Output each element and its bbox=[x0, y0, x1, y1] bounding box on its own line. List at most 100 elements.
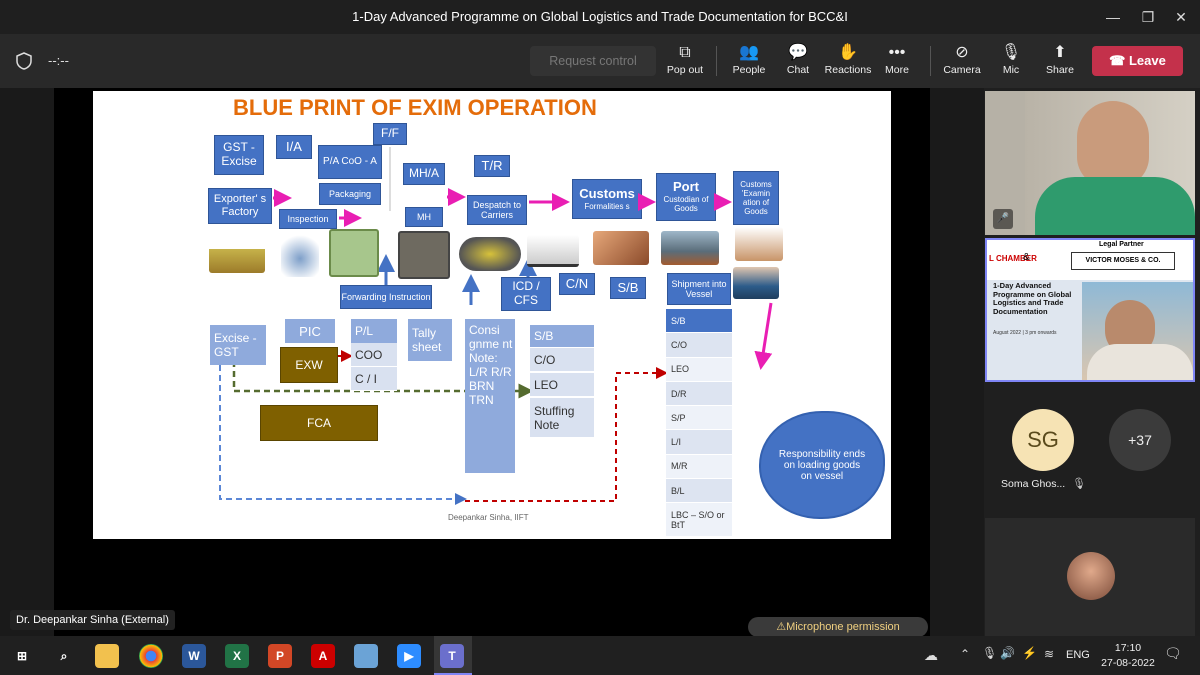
ci-box: C / I bbox=[351, 367, 397, 391]
document-list-item: S/P bbox=[666, 406, 732, 431]
sb-top-box: S/B bbox=[610, 277, 646, 299]
participant-name: Soma Ghos... bbox=[1001, 478, 1066, 490]
documents-image bbox=[593, 231, 649, 265]
windows-taskbar: ⊞ ⌕ W X P A ▶ T ☁ ⌃ 🎙 🔊 ⚡ ≋ ENG 17:10 27… bbox=[0, 636, 1200, 675]
phone-hangup-icon: ☎ bbox=[1109, 53, 1129, 68]
notifications-icon[interactable]: 🗨 bbox=[1164, 645, 1182, 662]
person-face bbox=[1077, 101, 1149, 187]
sb-mid-box: S/B bbox=[530, 325, 594, 347]
coo-box: COO bbox=[351, 343, 397, 367]
truck-image bbox=[459, 237, 521, 271]
file-explorer-icon[interactable] bbox=[95, 644, 119, 668]
meeting-toolbar: --:-- Request control ⧉ Pop out 👥 People 💬… bbox=[0, 34, 1200, 88]
request-control-button[interactable]: Request control bbox=[530, 46, 656, 76]
notes-icon[interactable] bbox=[354, 644, 378, 668]
search-icon[interactable]: ⌕ bbox=[52, 644, 76, 668]
pic-box: PIC bbox=[285, 319, 335, 343]
clock-time[interactable]: 17:10 bbox=[1104, 642, 1152, 654]
toolbar-separator bbox=[930, 46, 931, 76]
document-list: S/B C/O LEO D/R S/P L/I M/R B/L LBC – S/O or BtT bbox=[666, 309, 732, 538]
mic-muted-icon: 🎤 bbox=[993, 209, 1013, 229]
participant-video-2[interactable]: L CHAMBER & Legal Partner VICTOR MOSES &… bbox=[985, 238, 1195, 382]
shipment-vessel-box: Shipment into Vessel bbox=[667, 273, 731, 305]
icd-cfs-box: ICD / CFS bbox=[501, 277, 551, 311]
shared-slide: BLUE PRINT OF EXIM OPERATION GST - Excis… bbox=[93, 91, 891, 539]
leave-button[interactable]: ☎ Leave bbox=[1092, 46, 1183, 76]
excel-icon[interactable]: X bbox=[225, 644, 249, 668]
fca-box: FCA bbox=[260, 405, 378, 441]
stuffing-note-box: Stuffing Note bbox=[530, 398, 594, 438]
packaging-image bbox=[329, 229, 379, 277]
document-list-item: C/O bbox=[666, 333, 732, 358]
reactions-icon: ✋ bbox=[838, 44, 858, 61]
train-image bbox=[527, 235, 579, 267]
document-list-item: L/I bbox=[666, 430, 732, 455]
volume-icon[interactable]: 🔊 bbox=[1000, 646, 1015, 660]
acrobat-icon[interactable]: A bbox=[311, 644, 335, 668]
more-icon: ••• bbox=[888, 44, 906, 61]
document-list-item: S/B bbox=[666, 309, 732, 334]
tally-sheet-box: Tally sheet bbox=[408, 319, 452, 361]
leo-box: LEO bbox=[530, 373, 594, 397]
slide-footer: Deepankar Sinha, IIFT bbox=[448, 513, 529, 522]
camera-off-icon: ⊘ bbox=[955, 44, 969, 61]
participant-video-1[interactable]: 🎤 bbox=[985, 91, 1195, 235]
microphone-permission-button[interactable]: ⚠Microphone permission bbox=[748, 617, 928, 637]
person-shirt bbox=[1087, 344, 1193, 380]
popout-button[interactable]: ⧉ Pop out bbox=[657, 42, 713, 82]
people-button[interactable]: 👥 People bbox=[721, 42, 777, 82]
title-bar: 1-Day Advanced Programme on Global Logis… bbox=[0, 0, 1200, 34]
wifi-icon[interactable]: ≋ bbox=[1044, 647, 1054, 661]
close-icon[interactable]: ✕ bbox=[1166, 6, 1196, 28]
cn-box: C/N bbox=[559, 273, 595, 295]
microphone-tray-icon[interactable]: 🎙 bbox=[982, 646, 997, 660]
port-image bbox=[661, 231, 719, 265]
self-video-tile[interactable] bbox=[985, 518, 1195, 636]
mic-off-icon: 🎙 bbox=[1000, 44, 1022, 61]
programme-date: August 2022 | 3 pm onwards bbox=[993, 330, 1057, 336]
network-icon[interactable]: ⚡ bbox=[1022, 646, 1037, 660]
restore-icon[interactable]: ❐ bbox=[1133, 6, 1163, 28]
active-app-indicator bbox=[434, 636, 472, 675]
mic-button[interactable]: 🎙 Mic bbox=[983, 42, 1039, 82]
consignment-note-box: Consi gnme nt Note: L/R R/R BRN TRN bbox=[465, 319, 515, 473]
programme-title: 1-Day Advanced Programme on Global Logis… bbox=[993, 281, 1072, 316]
share-button[interactable]: ⬆ Share bbox=[1032, 42, 1088, 82]
factory-image bbox=[209, 233, 265, 273]
document-list-item: B/L bbox=[666, 479, 732, 504]
language-indicator[interactable]: ENG bbox=[1066, 649, 1090, 661]
exw-box: EXW bbox=[280, 347, 338, 383]
reactions-button[interactable]: ✋ Reactions bbox=[820, 42, 876, 82]
inspection-goods-image bbox=[735, 227, 783, 261]
chrome-icon[interactable] bbox=[139, 644, 163, 668]
microscope-image bbox=[281, 231, 319, 277]
chevron-up-icon[interactable]: ⌃ bbox=[960, 647, 970, 661]
person-shirt bbox=[1035, 177, 1195, 235]
people-icon: 👥 bbox=[739, 44, 759, 61]
self-avatar bbox=[1067, 552, 1115, 600]
presenter-name-label: Dr. Deepankar Sinha (External) bbox=[10, 610, 175, 630]
powerpoint-icon[interactable]: P bbox=[268, 644, 292, 668]
weather-cloud-icon[interactable]: ☁ bbox=[924, 647, 938, 664]
windows-start-icon[interactable]: ⊞ bbox=[10, 644, 34, 668]
forwarding-instruction-box: Forwarding Instruction bbox=[340, 285, 432, 309]
excise-gst-box: Excise - GST bbox=[210, 325, 266, 365]
vessel-image bbox=[733, 267, 779, 299]
document-list-item: LBC – S/O or BtT bbox=[666, 503, 732, 538]
more-button[interactable]: ••• More bbox=[869, 42, 925, 82]
word-icon[interactable]: W bbox=[182, 644, 206, 668]
zoom-icon[interactable]: ▶ bbox=[397, 644, 421, 668]
chat-button[interactable]: 💬 Chat bbox=[770, 42, 826, 82]
camera-button[interactable]: ⊘ Camera bbox=[934, 42, 990, 82]
document-list-item: LEO bbox=[666, 357, 732, 382]
victor-moses-logo: VICTOR MOSES & CO. bbox=[1071, 252, 1175, 270]
cartons-image bbox=[398, 231, 450, 279]
toolbar-separator bbox=[716, 46, 717, 76]
popout-icon: ⧉ bbox=[679, 44, 691, 61]
participant-avatar-sg[interactable]: SG bbox=[1012, 409, 1074, 471]
minimize-icon[interactable]: — bbox=[1098, 6, 1128, 28]
document-list-item: D/R bbox=[666, 381, 732, 407]
clock-date[interactable]: 27-08-2022 bbox=[1098, 657, 1158, 669]
legal-partner-label: Legal Partner bbox=[1099, 241, 1144, 248]
more-participants-button[interactable]: +37 bbox=[1109, 409, 1171, 471]
